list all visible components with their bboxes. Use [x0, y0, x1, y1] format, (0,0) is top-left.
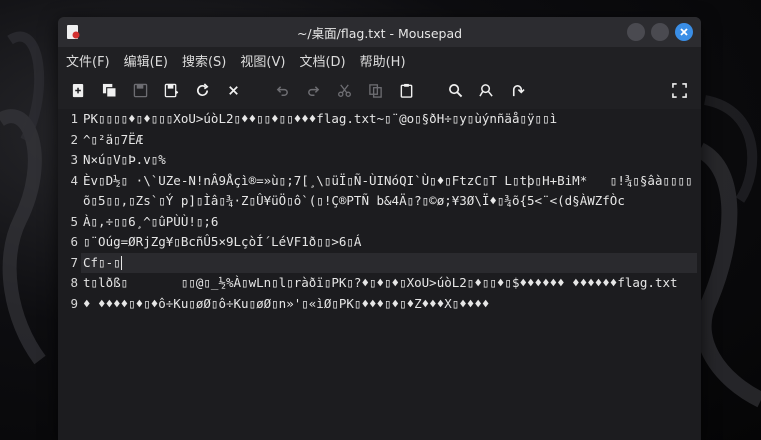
new-window-icon [102, 83, 117, 98]
toolbar [58, 73, 701, 107]
find-icon [448, 83, 462, 97]
save-as-icon [164, 83, 178, 97]
editor-line: 2 ^▯²ä▯7ËÆ [58, 130, 701, 151]
line-number: 4 [70, 172, 78, 188]
editor-line: 1 PK▯▯▯▯♦▯♦▯▯▯XoU>úòL2▯♦♦▯▯♦▯▯♦♦♦flag.tx… [58, 109, 701, 130]
menu-edit[interactable]: 编辑(E) [124, 49, 168, 72]
line-text: Cf▯-▯ [81, 252, 697, 273]
text-cursor [120, 256, 122, 270]
title-bar: ~/桌面/flag.txt - Mousepad [58, 17, 701, 47]
maximize-button[interactable] [651, 23, 669, 41]
editor-line: 9 ♦ ♦♦♦♦▯♦▯♦ô÷Ku▯øØ▯ô÷Ku▯øØ▯n»'▯«ìØ▯PK▯♦… [58, 294, 701, 315]
menu-document[interactable]: 文档(D) [299, 49, 345, 72]
line-number: 9 [70, 295, 78, 311]
find-button[interactable] [443, 78, 467, 102]
line-text: N×ú▯V▯Þ.v▯% [83, 152, 166, 167]
text-editor[interactable]: 1 PK▯▯▯▯♦▯♦▯▯▯XoU>úòL2▯♦♦▯▯♦▯▯♦♦♦flag.tx… [58, 109, 701, 440]
new-document-icon [72, 83, 83, 97]
redo-button[interactable] [301, 78, 325, 102]
mousepad-app-icon [67, 25, 80, 39]
close-window-button[interactable] [675, 23, 693, 41]
undo-icon [276, 85, 288, 96]
find-replace-button[interactable] [474, 78, 498, 102]
line-text-value: Cf▯-▯ [83, 254, 121, 270]
find-replace-icon [478, 83, 493, 97]
line-number: 1 [70, 111, 78, 126]
line-number: 2 [70, 131, 78, 147]
fullscreen-button[interactable] [667, 78, 691, 102]
save-button[interactable] [128, 78, 152, 102]
cut-button[interactable] [332, 78, 356, 102]
fullscreen-icon [671, 82, 687, 98]
menu-search[interactable]: 搜索(S) [182, 49, 226, 72]
menu-help[interactable]: 帮助(H) [360, 49, 406, 72]
cut-icon [337, 83, 351, 97]
editor-line: 4 Èv▯D½▯ ·\`UZe-N!nÂ9Åçì®=»ù▯;7[¸\▯üÏ▯Ñ-… [58, 171, 701, 212]
new-document-button[interactable] [66, 78, 90, 102]
editor-line: 6 ▯¨Oúg=ØRjZg¥▯BcñÛ5×9LçòÍ´LéVF1ð▯▯>6▯Á [58, 232, 701, 253]
copy-button[interactable] [363, 78, 387, 102]
save-icon [133, 83, 147, 97]
paste-icon [400, 83, 412, 98]
goto-icon [512, 84, 525, 96]
redo-icon [307, 85, 319, 96]
line-text: PK▯▯▯▯♦▯♦▯▯▯XoU>úòL2▯♦♦▯▯♦▯▯♦♦♦flag.txt~… [83, 111, 558, 126]
undo-button[interactable] [270, 78, 294, 102]
new-window-button[interactable] [97, 78, 121, 102]
copy-icon [368, 83, 382, 98]
line-number: 5 [70, 213, 78, 229]
paste-button[interactable] [394, 78, 418, 102]
menu-bar: 文件(F) 编辑(E) 搜索(S) 视图(V) 文档(D) 帮助(H) [58, 47, 701, 73]
menu-file[interactable]: 文件(F) [66, 49, 110, 72]
close-document-button[interactable] [221, 78, 245, 102]
editor-line: 3 N×ú▯V▯Þ.v▯% [58, 150, 701, 171]
mousepad-window: ~/桌面/flag.txt - Mousepad 文件(F) 编辑(E) 搜索(… [58, 17, 701, 440]
line-text: À▯,÷▯▯6¸^▯ûPÙÙ!▯;6 [83, 213, 219, 229]
editor-line: 5 À▯,÷▯▯6¸^▯ûPÙÙ!▯;6 [58, 212, 701, 233]
line-text: ♦ ♦♦♦♦▯♦▯♦ô÷Ku▯øØ▯ô÷Ku▯øØ▯n»'▯«ìØ▯PK▯♦♦♦… [83, 295, 490, 311]
line-number: 7 [70, 254, 78, 270]
editor-line-current: 7 Cf▯-▯ [58, 252, 701, 273]
line-number: 3 [70, 152, 78, 167]
close-icon [228, 85, 238, 95]
editor-line: 8 t▯lðß▯ ▯▯@▯_½%À▯wLn▯l▯ràðï▯PK▯?♦▯♦▯♦▯X… [58, 273, 701, 294]
line-number: 8 [70, 275, 78, 290]
window-title: ~/桌面/flag.txt - Mousepad [296, 25, 463, 41]
save-as-button[interactable] [159, 78, 183, 102]
reload-icon [196, 82, 209, 96]
minimize-button[interactable] [627, 23, 645, 41]
close-icon [680, 28, 688, 36]
line-text: t▯lðß▯ ▯▯@▯_½%À▯wLn▯l▯ràðï▯PK▯?♦▯♦▯♦▯XoU… [83, 275, 678, 290]
line-text: Èv▯D½▯ ·\`UZe-N!nÂ9Åçì®=»ù▯;7[¸\▯üÏ▯Ñ-ÙI… [83, 172, 693, 209]
line-text: ▯¨Oúg=ØRjZg¥▯BcñÛ5×9LçòÍ´LéVF1ð▯▯>6▯Á [83, 234, 362, 249]
line-text: ^▯²ä▯7ËÆ [83, 131, 144, 147]
line-number: 6 [70, 234, 78, 249]
reload-button[interactable] [190, 78, 214, 102]
menu-view[interactable]: 视图(V) [240, 49, 285, 72]
goto-line-button[interactable] [505, 78, 529, 102]
